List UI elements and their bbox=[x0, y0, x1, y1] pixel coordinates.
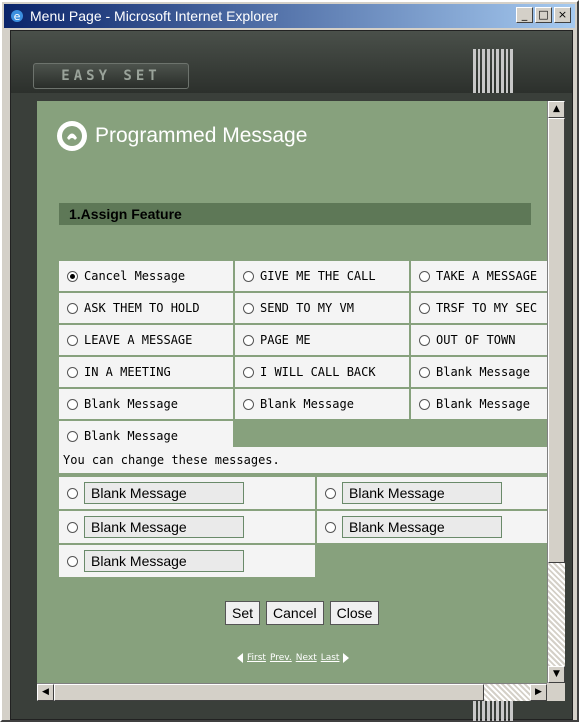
browser-window: e Menu Page - Microsoft Internet Explore… bbox=[0, 0, 579, 722]
next-link[interactable]: Next bbox=[296, 653, 317, 663]
radio-button[interactable] bbox=[67, 487, 78, 499]
phone-icon bbox=[57, 121, 87, 151]
action-buttons: Set Cancel Close bbox=[225, 601, 380, 625]
scroll-thumb[interactable] bbox=[548, 118, 565, 563]
maximize-button[interactable]: □ bbox=[535, 7, 552, 23]
minimize-button[interactable]: _ bbox=[516, 7, 533, 23]
radio-button[interactable] bbox=[67, 270, 78, 282]
message-option[interactable]: IN A MEETING bbox=[59, 357, 233, 387]
title-bar[interactable]: e Menu Page - Microsoft Internet Explore… bbox=[4, 4, 575, 28]
radio-button[interactable] bbox=[325, 521, 336, 533]
radio-button[interactable] bbox=[243, 398, 254, 410]
message-option[interactable]: PAGE ME bbox=[235, 325, 409, 355]
horizontal-scrollbar[interactable]: ◀ ▶ bbox=[37, 683, 547, 701]
message-input[interactable]: Blank Message bbox=[342, 516, 502, 538]
radio-button[interactable] bbox=[419, 270, 430, 282]
page-title: Programmed Message bbox=[95, 124, 308, 147]
message-option[interactable]: I WILL CALL BACK bbox=[235, 357, 409, 387]
close-button[interactable]: × bbox=[554, 7, 571, 23]
radio-button[interactable] bbox=[67, 334, 78, 346]
message-option[interactable]: SEND TO MY VM bbox=[235, 293, 409, 323]
scroll-up-button[interactable]: ▲ bbox=[548, 101, 565, 118]
prev-link[interactable]: Prev. bbox=[270, 653, 292, 663]
radio-button[interactable] bbox=[419, 366, 430, 378]
radio-button[interactable] bbox=[243, 366, 254, 378]
close-page-button[interactable]: Close bbox=[329, 601, 380, 625]
window-title: Menu Page - Microsoft Internet Explorer bbox=[30, 8, 279, 24]
info-text: You can change these messages. bbox=[59, 447, 547, 473]
radio-button[interactable] bbox=[325, 487, 336, 499]
radio-button[interactable] bbox=[67, 555, 78, 567]
message-option[interactable]: Blank Message bbox=[59, 389, 233, 419]
last-link[interactable]: Last bbox=[321, 653, 340, 663]
page-heading: Programmed Message bbox=[57, 121, 307, 151]
triangle-right-icon[interactable] bbox=[343, 653, 350, 663]
editable-message[interactable]: Blank Message bbox=[317, 477, 547, 509]
message-option[interactable]: Blank Message bbox=[411, 389, 547, 419]
device-frame: EASY SET Programmed Message 1.Assign Fea… bbox=[10, 30, 573, 721]
radio-button[interactable] bbox=[419, 334, 430, 346]
message-input[interactable]: Blank Message bbox=[84, 550, 244, 572]
radio-button[interactable] bbox=[67, 521, 78, 533]
message-option[interactable]: ASK THEM TO HOLD bbox=[59, 293, 233, 323]
radio-button[interactable] bbox=[243, 270, 254, 282]
radio-button[interactable] bbox=[67, 302, 78, 314]
svg-text:e: e bbox=[14, 10, 21, 23]
radio-button[interactable] bbox=[419, 398, 430, 410]
cancel-button[interactable]: Cancel bbox=[266, 601, 324, 625]
message-input[interactable]: Blank Message bbox=[84, 516, 244, 538]
ie-icon: e bbox=[8, 7, 26, 25]
message-option[interactable]: TRSF TO MY SEC bbox=[411, 293, 547, 323]
message-option[interactable]: TAKE A MESSAGE bbox=[411, 261, 547, 291]
scroll-right-button[interactable]: ▶ bbox=[530, 684, 547, 701]
editable-message[interactable]: Blank Message bbox=[317, 511, 547, 543]
scroll-corner bbox=[547, 683, 565, 701]
triangle-left-icon[interactable] bbox=[237, 653, 243, 663]
radio-button[interactable] bbox=[67, 430, 78, 442]
set-button[interactable]: Set bbox=[225, 601, 261, 625]
vertical-scrollbar[interactable]: ▲ ▼ bbox=[547, 101, 565, 683]
radio-button[interactable] bbox=[419, 302, 430, 314]
first-link[interactable]: First bbox=[247, 653, 266, 663]
message-option[interactable]: Blank Message bbox=[235, 389, 409, 419]
page-content: Programmed Message 1.Assign Feature Canc… bbox=[37, 101, 547, 683]
message-input[interactable]: Blank Message bbox=[342, 482, 502, 504]
radio-button[interactable] bbox=[243, 302, 254, 314]
message-option[interactable]: OUT OF TOWN bbox=[411, 325, 547, 355]
message-option[interactable]: Cancel Message bbox=[59, 261, 233, 291]
grill-decoration bbox=[473, 49, 514, 93]
editable-message[interactable]: Blank Message bbox=[59, 545, 315, 577]
editable-message[interactable]: Blank Message bbox=[59, 477, 315, 509]
message-input[interactable]: Blank Message bbox=[84, 482, 244, 504]
section-header: 1.Assign Feature bbox=[59, 203, 531, 225]
message-option[interactable]: Blank Message bbox=[411, 357, 547, 387]
message-option[interactable]: LEAVE A MESSAGE bbox=[59, 325, 233, 355]
message-option[interactable]: GIVE ME THE CALL bbox=[235, 261, 409, 291]
app-logo: EASY SET bbox=[33, 63, 189, 89]
scroll-left-button[interactable]: ◀ bbox=[37, 684, 54, 701]
radio-button[interactable] bbox=[67, 398, 78, 410]
pagination: First Prev. Next Last bbox=[237, 653, 350, 663]
radio-button[interactable] bbox=[243, 334, 254, 346]
hscroll-thumb[interactable] bbox=[54, 684, 484, 701]
scroll-down-button[interactable]: ▼ bbox=[548, 666, 565, 683]
editable-message[interactable]: Blank Message bbox=[59, 511, 315, 543]
radio-button[interactable] bbox=[67, 366, 78, 378]
